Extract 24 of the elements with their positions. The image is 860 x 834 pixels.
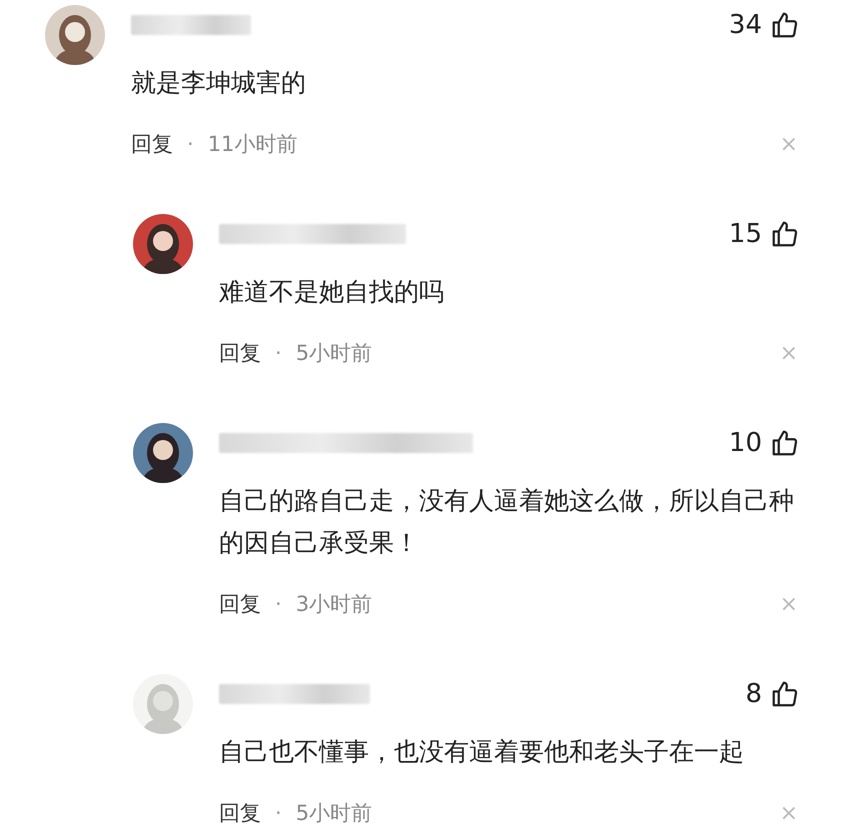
comment-text: 自己也不懂事，也没有逼着要他和老头子在一起 — [219, 736, 745, 768]
like-button[interactable]: 15 — [728, 219, 800, 249]
separator-dot: · — [187, 132, 194, 156]
reply-link[interactable]: 回复 — [219, 799, 261, 827]
reply-link[interactable]: 回复 — [219, 339, 261, 367]
timestamp: 5小时前 — [296, 800, 372, 827]
reply-link[interactable]: 回复 — [219, 590, 261, 618]
thumbs-up-icon — [770, 679, 800, 709]
timestamp: 5小时前 — [296, 340, 372, 367]
timestamp: 3小时前 — [296, 591, 372, 618]
comment-text: 就是李坤城害的 — [131, 67, 307, 99]
like-button[interactable]: 10 — [728, 428, 800, 458]
like-button[interactable]: 8 — [745, 679, 800, 709]
reply-link[interactable]: 回复 — [131, 130, 173, 158]
comment-text: 难道不是她自找的吗 — [219, 276, 445, 308]
separator-dot: · — [275, 801, 282, 825]
thumbs-up-icon — [770, 428, 800, 458]
separator-dot: · — [275, 341, 282, 365]
timestamp: 11小时前 — [208, 131, 298, 158]
thumbs-up-icon — [770, 219, 800, 249]
separator-dot: · — [275, 592, 282, 616]
like-button[interactable]: 34 — [728, 10, 800, 40]
thumbs-up-icon — [770, 10, 800, 40]
comment-text: 自己的路自己走，没有人逼着她这么做，所以自己种的因自己承受果！ — [219, 485, 795, 559]
